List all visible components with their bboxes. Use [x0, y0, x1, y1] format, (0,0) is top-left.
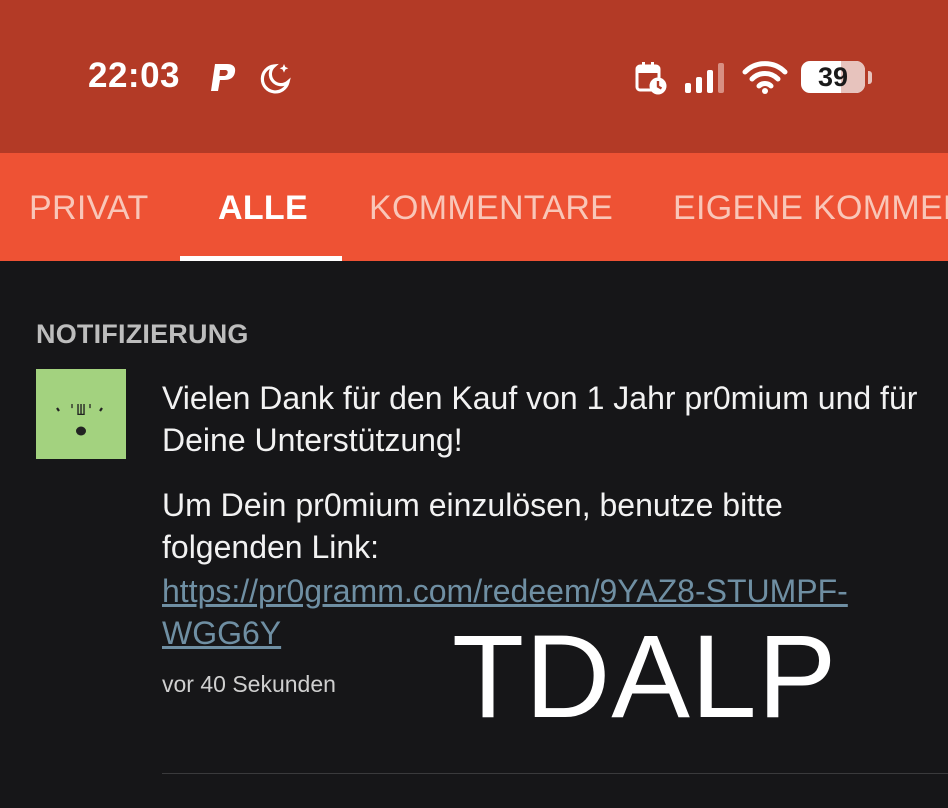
tab-alle[interactable]: ALLE	[218, 189, 308, 228]
status-time: 22:03	[88, 56, 181, 95]
do-not-disturb-moon-icon	[260, 63, 291, 94]
notification-message-instructions: Um Dein pr0mium einzulösen, benutze bitt…	[162, 487, 783, 565]
section-header: NOTIFIZIERUNG	[36, 319, 249, 349]
active-tab-indicator	[180, 256, 342, 261]
watermark-overlay: TDALP	[452, 611, 838, 743]
notification-message-thanks: Vielen Dank für den Kauf von 1 Jahr pr0m…	[162, 380, 918, 458]
battery-tip	[868, 71, 872, 84]
tab-eigene-kommentare[interactable]: EIGENE KOMMENTARE	[673, 189, 948, 228]
status-bar: 22:03 39	[0, 0, 948, 153]
tab-privat[interactable]: PRIVAT	[29, 189, 149, 228]
calendar-clock-icon	[635, 62, 667, 95]
avatar[interactable]: 'Ш'	[36, 369, 126, 459]
wifi-icon	[742, 61, 788, 94]
cellular-signal-icon	[685, 63, 724, 93]
svg-text:'Ш': 'Ш'	[67, 401, 94, 419]
tab-bar: PRIVAT ALLE KOMMENTARE EIGENE KOMMENTARE	[0, 153, 948, 261]
paypal-icon	[211, 64, 236, 91]
divider	[162, 773, 948, 774]
avatar-face-icon: 'Ш'	[56, 401, 103, 436]
battery-level-label: 39	[817, 62, 849, 92]
battery-icon: 39	[801, 61, 865, 93]
notification-timestamp: vor 40 Sekunden	[162, 671, 336, 697]
tab-kommentare[interactable]: KOMMENTARE	[369, 189, 613, 228]
